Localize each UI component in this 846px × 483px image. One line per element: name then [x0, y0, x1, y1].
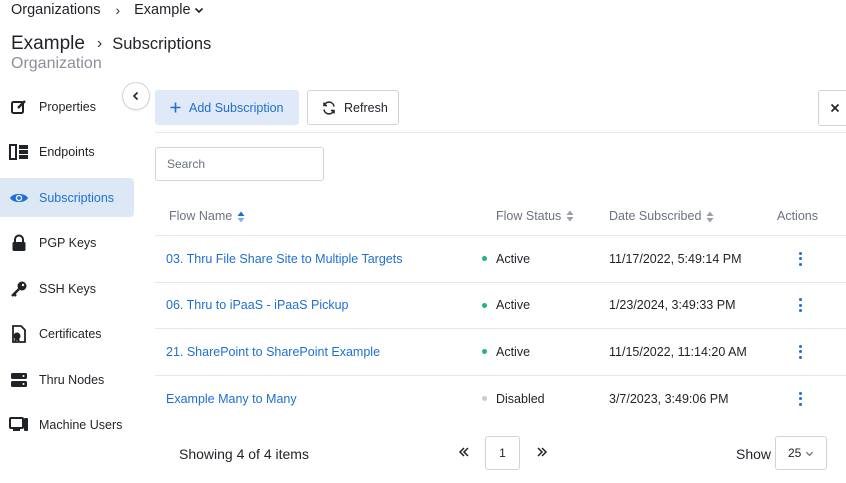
date-subscribed: 11/17/2022, 5:49:14 PM	[609, 251, 742, 266]
sidebar-item-label: Subscriptions	[39, 190, 115, 205]
status-badge: Active	[482, 298, 530, 312]
page-title: Example	[11, 33, 85, 54]
sort-icon	[566, 210, 574, 222]
table-row: 06. Thru to iPaaS - iPaaS Pickup Active …	[155, 283, 846, 329]
eye-icon	[9, 188, 29, 208]
sidebar-item-subscriptions[interactable]: Subscriptions	[0, 178, 134, 217]
table-row: 21. SharePoint to SharePoint Example Act…	[155, 329, 846, 376]
refresh-label: Refresh	[344, 100, 388, 115]
collapse-sidebar-button[interactable]	[122, 82, 150, 110]
pagination-bar: Showing 4 of 4 items 1 Show 25	[155, 436, 846, 472]
status-dot	[482, 256, 487, 262]
status-dot	[482, 396, 487, 402]
table-row: 03. Thru File Share Site to Multiple Tar…	[155, 236, 846, 283]
add-subscription-label: Add Subscription	[189, 100, 284, 115]
date-subscribed: 1/23/2024, 3:49:33 PM	[609, 298, 736, 313]
item-count: Showing 4 of 4 items	[179, 446, 309, 462]
flow-name-link[interactable]: 03. Thru File Share Site to Multiple Tar…	[166, 252, 402, 266]
sidebar-item-label: PGP Keys	[39, 236, 97, 250]
status-dot	[482, 302, 487, 308]
refresh-icon	[322, 100, 336, 115]
row-actions-menu-icon[interactable]	[799, 251, 802, 266]
sidebar-item-machine-users[interactable]: Machine Users	[0, 406, 134, 445]
table-header: Flow Name Flow Status Date Subscribed Ac…	[155, 197, 846, 236]
chevrons-left-icon[interactable]	[457, 445, 471, 459]
key-icon	[9, 279, 29, 299]
certificate-icon	[9, 324, 29, 344]
refresh-button[interactable]: Refresh	[307, 90, 399, 125]
chevrons-right-icon[interactable]	[535, 445, 549, 459]
sidebar-item-ssh-keys[interactable]: SSH Keys	[0, 269, 134, 308]
close-button[interactable]	[818, 90, 846, 126]
sort-icon	[706, 211, 714, 223]
table-row: Example Many to Many Disabled 3/7/2023, …	[155, 376, 846, 423]
status-badge: Disabled	[482, 392, 545, 406]
flow-name-link[interactable]: Example Many to Many	[166, 392, 297, 406]
endpoints-icon	[9, 142, 29, 162]
sidebar-item-label: Machine Users	[39, 418, 123, 432]
subscriptions-table: Flow Name Flow Status Date Subscribed Ac…	[155, 197, 846, 422]
sidebar-item-endpoints[interactable]: Endpoints	[0, 133, 134, 172]
lock-icon	[9, 233, 29, 253]
sidebar-item-thru-nodes[interactable]: Thru Nodes	[0, 360, 134, 399]
toolbar: Add Subscription Refresh	[155, 90, 399, 125]
chevron-right-icon: ›	[115, 2, 121, 18]
toolbar-divider	[155, 132, 846, 133]
row-actions-menu-icon[interactable]	[799, 391, 802, 406]
flow-name-link[interactable]: 06. Thru to iPaaS - iPaaS Pickup	[166, 298, 349, 312]
row-actions-menu-icon[interactable]	[799, 298, 802, 313]
breadcrumb-current[interactable]: Example	[134, 2, 190, 18]
column-header-flow-status[interactable]: Flow Status	[496, 209, 574, 223]
date-subscribed: 11/15/2022, 11:14:20 AM	[609, 344, 747, 359]
sidebar-item-label: Properties	[39, 99, 96, 114]
current-page-button[interactable]: 1	[485, 436, 520, 470]
chevron-down-icon[interactable]	[194, 5, 204, 15]
breadcrumb-organizations[interactable]: Organizations	[11, 2, 100, 18]
add-subscription-button[interactable]: Add Subscription	[155, 90, 299, 125]
sidebar-item-label: Thru Nodes	[39, 372, 105, 387]
status-badge: Active	[482, 345, 530, 359]
status-dot	[482, 349, 487, 355]
page-subtitle: Organization	[11, 55, 102, 72]
sidebar-item-label: SSH Keys	[39, 281, 96, 296]
column-header-flow-name[interactable]: Flow Name	[169, 209, 245, 223]
flow-name-link[interactable]: 21. SharePoint to SharePoint Example	[166, 345, 380, 359]
page-section: Subscriptions	[112, 34, 212, 53]
sidebar-item-certificates[interactable]: Certificates	[0, 315, 134, 354]
sidebar-item-label: Endpoints	[39, 145, 95, 159]
sidebar-item-properties[interactable]: Properties	[0, 87, 134, 126]
row-actions-menu-icon[interactable]	[799, 344, 802, 359]
page-size-label: Show	[736, 446, 772, 462]
column-header-date-subscribed[interactable]: Date Subscribed	[609, 209, 714, 223]
close-icon	[830, 103, 839, 113]
search-input[interactable]	[155, 147, 324, 181]
status-badge: Active	[482, 252, 530, 266]
server-icon	[9, 370, 29, 390]
sidebar: Properties Endpoints Subscriptions PGP K…	[0, 87, 134, 451]
chevron-down-icon	[806, 451, 814, 456]
sidebar-item-pgp-keys[interactable]: PGP Keys	[0, 224, 134, 263]
edit-icon	[9, 97, 29, 117]
column-header-actions: Actions	[777, 209, 818, 223]
page-size-select[interactable]: 25	[775, 436, 827, 470]
chevron-left-icon	[132, 91, 139, 101]
page-title-row: Example › Subscriptions	[11, 33, 211, 55]
plus-icon	[170, 102, 181, 113]
breadcrumb: Organizations › Example	[11, 1, 204, 19]
date-subscribed: 3/7/2023, 3:49:06 PM	[609, 391, 729, 406]
computer-icon	[9, 415, 29, 435]
chevron-right-icon: ›	[96, 35, 103, 52]
sidebar-item-label: Certificates	[39, 327, 102, 341]
sort-asc-icon	[237, 211, 245, 223]
